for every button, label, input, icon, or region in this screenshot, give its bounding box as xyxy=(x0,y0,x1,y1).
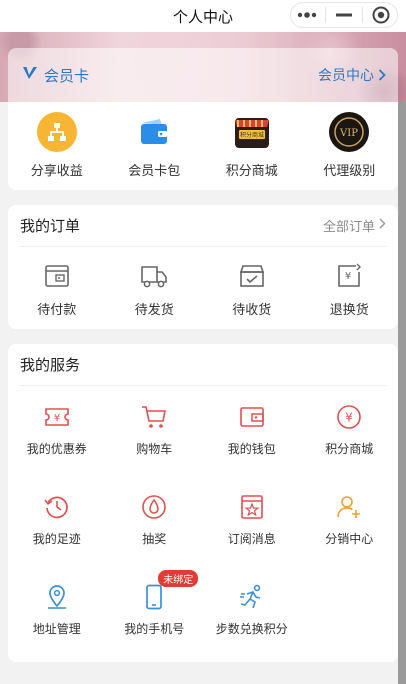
order-label: 待付款 xyxy=(37,303,77,318)
service-label: 步数兑换积分 xyxy=(215,622,288,636)
points-mall-icon: 积分商城 xyxy=(232,112,272,152)
yen-circle-icon: ¥ xyxy=(337,405,362,429)
order-returns[interactable]: ¥ 退换货 xyxy=(301,263,399,318)
points-mall-icon-text: 积分商城 xyxy=(240,131,264,139)
phone-icon xyxy=(146,584,163,610)
service-label: 订阅消息 xyxy=(227,532,276,546)
service-label: 购物车 xyxy=(136,442,173,456)
orders-title: 我的订单 xyxy=(20,217,81,235)
wallet-outline-icon xyxy=(239,407,264,427)
receive-box-icon xyxy=(239,263,265,293)
member-center-link[interactable]: 会员中心 xyxy=(318,65,386,85)
mini-program-capsule xyxy=(290,2,398,28)
chevron-right-icon xyxy=(378,66,386,85)
truck-icon xyxy=(140,263,168,293)
service-subscribe[interactable]: 订阅消息 xyxy=(203,490,301,580)
service-footprint[interactable]: 我的足迹 xyxy=(8,490,106,580)
service-label: 我的足迹 xyxy=(32,532,81,546)
svg-text:¥: ¥ xyxy=(345,271,351,282)
feature-share-income[interactable]: 分享收益 xyxy=(8,102,106,190)
member-center-label: 会员中心 xyxy=(318,68,374,84)
close-target-icon[interactable] xyxy=(366,4,396,26)
unbound-badge: 未绑定 xyxy=(158,570,199,587)
service-label: 抽奖 xyxy=(142,532,167,546)
scrollbar[interactable] xyxy=(398,102,406,684)
add-user-icon xyxy=(337,496,361,518)
service-steps-exchange[interactable]: 步数兑换积分 xyxy=(203,580,301,670)
order-label: 退换货 xyxy=(329,303,369,318)
order-pending-receipt[interactable]: 待收货 xyxy=(203,263,301,318)
cart-icon xyxy=(142,406,167,428)
chevron-right-icon xyxy=(379,218,386,233)
orders-header: 我的订单 全部订单 xyxy=(20,205,386,247)
feature-label: 会员卡包 xyxy=(128,164,181,179)
service-label: 我的手机号 xyxy=(124,622,185,636)
running-icon xyxy=(239,584,260,609)
capsule-divider xyxy=(361,7,363,23)
feature-label: 代理级别 xyxy=(323,164,376,179)
top-nav-bar: 个人中心 xyxy=(0,0,406,32)
member-card-bar[interactable]: 会员卡 会员中心 xyxy=(8,48,398,102)
vip-badge-icon: VIP xyxy=(329,112,370,152)
service-label: 地址管理 xyxy=(32,622,81,636)
history-icon xyxy=(44,496,68,519)
lottery-drop-icon xyxy=(142,495,167,519)
feature-points-mall[interactable]: 积分商城 积分商城 xyxy=(203,102,301,190)
feature-row: 分享收益 会员卡包 积分商城 积分商城 VIP 代理级别 xyxy=(8,102,398,190)
service-label: 积分商城 xyxy=(325,442,374,456)
service-label: 我的优惠券 xyxy=(26,442,87,456)
service-coupons[interactable]: ¥ 我的优惠券 xyxy=(8,400,106,490)
location-pin-icon xyxy=(47,585,66,609)
pending-payment-icon xyxy=(44,263,70,293)
order-pending-payment[interactable]: 待付款 xyxy=(8,263,106,318)
coupon-icon: ¥ xyxy=(44,408,69,426)
vip-v-icon xyxy=(22,65,38,85)
all-orders-link[interactable]: 全部订单 xyxy=(323,216,386,235)
service-distribution[interactable]: 分销中心 xyxy=(301,490,399,580)
service-phone[interactable]: 未绑定 我的手机号 xyxy=(106,570,204,670)
service-cart[interactable]: 购物车 xyxy=(106,400,204,490)
subscribe-star-icon xyxy=(240,495,263,519)
service-label: 分销中心 xyxy=(325,532,374,546)
order-label: 待收货 xyxy=(232,303,272,318)
page-title: 个人中心 xyxy=(172,7,233,26)
capsule-divider xyxy=(325,7,327,23)
feature-label: 积分商城 xyxy=(225,164,278,179)
minimize-icon[interactable] xyxy=(329,4,359,26)
services-header: 我的服务 xyxy=(20,344,386,386)
more-icon[interactable] xyxy=(292,4,322,26)
member-card-label: 会员卡 xyxy=(44,66,90,85)
service-lottery[interactable]: 抽奖 xyxy=(106,490,204,580)
feature-agent-level[interactable]: VIP 代理级别 xyxy=(301,102,399,190)
service-label: 我的钱包 xyxy=(227,442,276,456)
svg-text:¥: ¥ xyxy=(54,413,60,424)
order-pending-shipment[interactable]: 待发货 xyxy=(106,263,204,318)
share-income-icon xyxy=(36,112,77,152)
service-points-mall[interactable]: ¥ 积分商城 xyxy=(301,400,399,490)
all-orders-label: 全部订单 xyxy=(322,220,375,235)
my-orders-card: 我的订单 全部订单 待付款 待发货 待收货 ¥ 退换货 xyxy=(8,205,398,329)
refund-icon: ¥ xyxy=(336,263,362,293)
service-address[interactable]: 地址管理 xyxy=(8,580,106,670)
order-label: 待发货 xyxy=(134,303,174,318)
wallet-icon xyxy=(134,112,174,152)
svg-text:¥: ¥ xyxy=(345,411,353,425)
my-services-card: 我的服务 ¥ 我的优惠券 购物车 我的钱包 ¥ 积分商城 我的足迹 抽奖 订阅消… xyxy=(8,344,398,662)
services-title: 我的服务 xyxy=(20,356,81,374)
service-wallet[interactable]: 我的钱包 xyxy=(203,400,301,490)
vip-badge-text: VIP xyxy=(339,128,358,139)
feature-member-card-pack[interactable]: 会员卡包 xyxy=(106,102,204,190)
feature-label: 分享收益 xyxy=(30,164,83,179)
